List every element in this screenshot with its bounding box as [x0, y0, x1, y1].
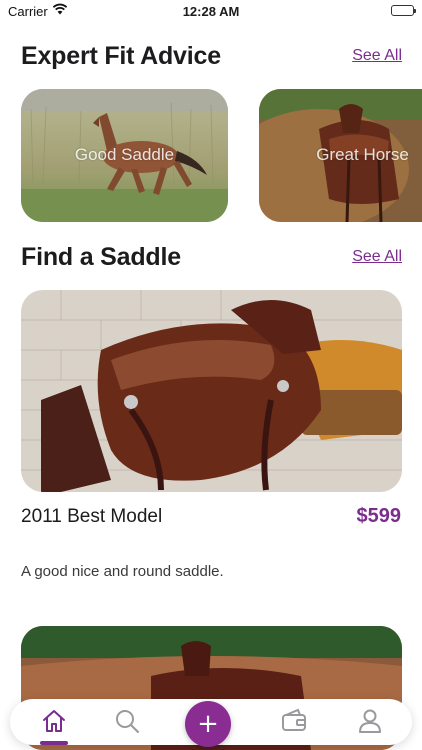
add-button[interactable]: + [185, 701, 231, 747]
product-price: $599 [356, 505, 402, 527]
wallet-icon[interactable] [280, 707, 308, 735]
section-title: Expert Fit Advice [21, 42, 221, 70]
saddle-product-card[interactable] [21, 290, 402, 492]
advice-card-label: Great Horse [316, 145, 409, 164]
home-icon[interactable] [40, 707, 68, 735]
product-name: 2011 Best Model [21, 506, 163, 527]
profile-icon[interactable] [356, 707, 384, 735]
advice-card-good-saddle[interactable]: Good Saddle [21, 89, 228, 222]
section-title: Find a Saddle [21, 243, 181, 271]
saddle-image [21, 290, 402, 492]
find-saddle-header: Find a Saddle See All [21, 243, 402, 275]
status-bar: Carrier 12:28 AM [0, 0, 422, 22]
advice-card-great-horse[interactable]: Great Horse [259, 89, 422, 222]
see-all-saddles-link[interactable]: See All [352, 248, 402, 266]
advice-carousel[interactable]: Good Saddle Great Horse [21, 89, 422, 222]
search-icon[interactable] [113, 707, 141, 735]
see-all-advice-link[interactable]: See All [352, 47, 402, 65]
clock: 12:28 AM [182, 4, 240, 19]
active-tab-indicator [40, 741, 68, 745]
product-description: A good nice and round saddle. [21, 563, 224, 580]
advice-card-label: Good Saddle [74, 145, 175, 164]
plus-icon: + [197, 709, 219, 739]
battery-icon [391, 5, 416, 16]
expert-advice-header: Expert Fit Advice See All [21, 42, 402, 74]
